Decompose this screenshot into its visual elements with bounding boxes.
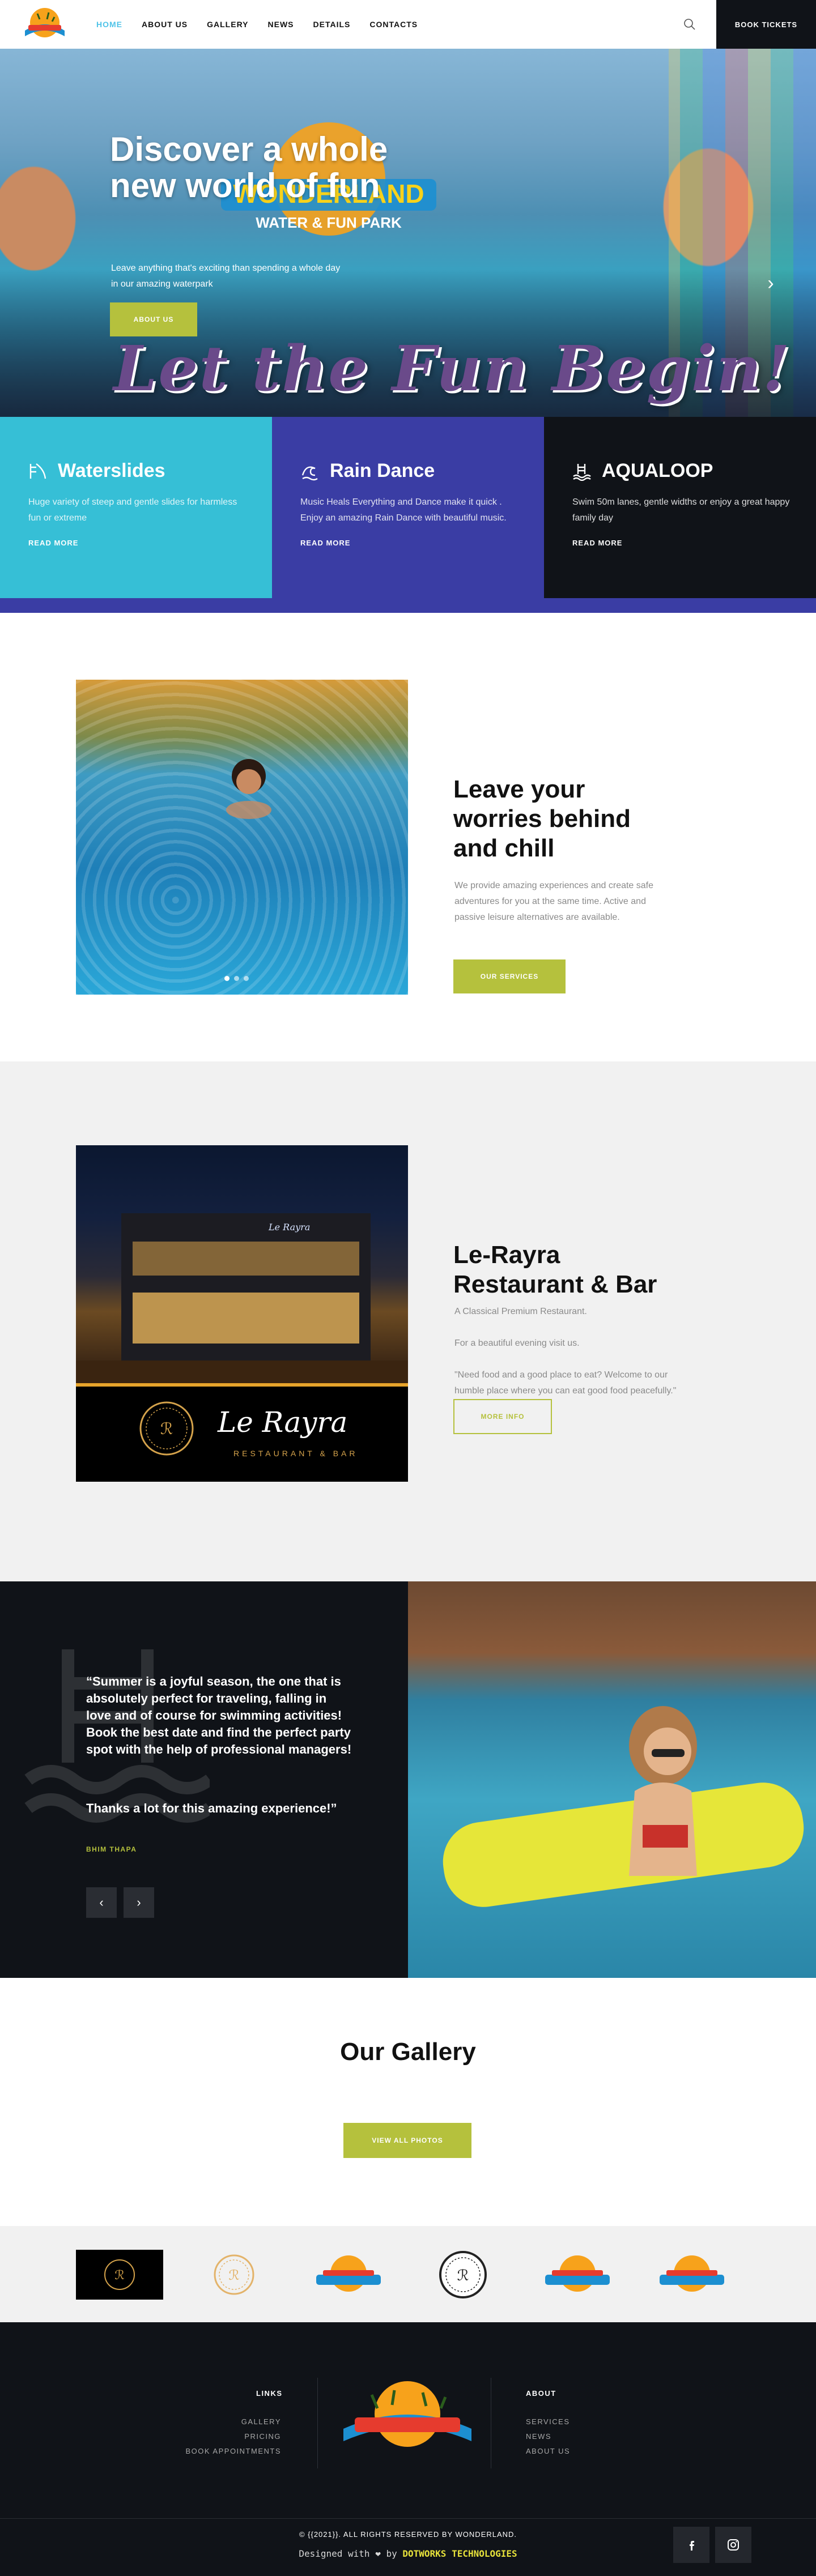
feature-desc: Music Heals Everything and Dance make it… (300, 497, 507, 523)
prev-testimonial-button[interactable]: ‹ (86, 1887, 117, 1918)
carousel-dot[interactable] (234, 976, 239, 981)
svg-text:ℛ: ℛ (160, 1419, 173, 1438)
feature-rain-dance: Rain Dance Music Heals Everything and Da… (272, 417, 544, 598)
footer-link-gallery[interactable]: GALLERY (241, 2417, 281, 2426)
footer-link-services[interactable]: SERVICES (526, 2417, 570, 2426)
pool-woman-photo (408, 1581, 816, 1978)
footer-links-title: LINKS (256, 2389, 283, 2398)
restaurant-invite: For a beautiful evening visit us. (454, 1338, 580, 1348)
restaurant-tagline: A Classical Premium Restaurant. (454, 1307, 587, 1316)
feature-title: Waterslides (58, 460, 165, 481)
gallery-title: Our Gallery (340, 2038, 476, 2066)
book-tickets-button[interactable]: BOOK TICKETS (716, 0, 816, 49)
restaurant-section: Le Rayra ℛ Le Rayra RESTAURANT & BAR Le-… (0, 1061, 816, 1581)
restaurant-photo: Le Rayra ℛ Le Rayra RESTAURANT & BAR (76, 1145, 408, 1482)
wave-icon (301, 466, 318, 480)
view-all-photos-button[interactable]: VIEW ALL PHOTOS (343, 2123, 471, 2158)
water-texture (76, 680, 408, 995)
partner-logos: ℛ ℛ ℛ (0, 2226, 816, 2322)
restaurant-logo-sub: RESTAURANT & BAR (233, 1449, 358, 1458)
designer-link[interactable]: DOTWORKS TECHNOLOGIES (402, 2548, 517, 2559)
read-more-link[interactable]: READ MORE (28, 539, 78, 547)
le-rayra-white-logo[interactable]: ℛ (419, 2250, 507, 2300)
designed-by-word: by (386, 2548, 397, 2559)
hero-script-text: Let the Fun Begin! (113, 332, 791, 405)
footer-link-news[interactable]: NEWS (526, 2432, 551, 2441)
restaurant-title: Le-Rayra Restaurant & Bar (453, 1241, 657, 1298)
feature-waterslides: Waterslides Huge variety of steep and ge… (0, 417, 272, 598)
footer-bottom-bar: © {{2021}}. ALL RIGHTS RESERVED BY WONDE… (0, 2518, 816, 2576)
hero-subtitle: Leave anything that's exciting than spen… (111, 263, 341, 289)
instagram-icon[interactable] (715, 2527, 751, 2563)
features: Waterslides Huge variety of steep and ge… (0, 417, 816, 598)
testimonial-section: “Summer is a joyful season, the one that… (0, 1581, 816, 1978)
next-testimonial-button[interactable]: › (124, 1887, 154, 1918)
facebook-icon[interactable] (673, 2527, 709, 2563)
testimonial-quote: “Summer is a joyful season, the one that… (86, 1674, 352, 1756)
feature-title: Rain Dance (330, 460, 435, 481)
about-section: Leave your worries behind and chill We p… (0, 613, 816, 1061)
nav-news[interactable]: NEWS (268, 20, 294, 29)
wonderland-logo[interactable] (20, 6, 69, 43)
wonderland-logo[interactable] (305, 2250, 392, 2300)
footer-link-book-appointments[interactable]: BOOK APPOINTMENTS (185, 2447, 281, 2455)
swimming-child-figure (226, 759, 271, 819)
designed-prefix: Designed with (299, 2548, 370, 2559)
hero-title: Discover a whole new world of fun (110, 130, 388, 204)
our-services-button[interactable]: OUR SERVICES (453, 959, 566, 993)
read-more-link[interactable]: READ MORE (300, 539, 350, 547)
divider-strip (0, 598, 816, 613)
about-text: We provide amazing experiences and creat… (454, 881, 654, 922)
main-nav: HOME ABOUT US GALLERY NEWS DETAILS CONTA… (96, 0, 418, 49)
search-icon[interactable] (680, 15, 699, 34)
restaurant-quote: "Need food and a good place to eat? Welc… (454, 1370, 677, 1396)
carousel-dot[interactable] (244, 976, 249, 981)
nav-about-us[interactable]: ABOUT US (142, 20, 188, 29)
wonderland-logo[interactable] (534, 2250, 621, 2300)
svg-text:ℛ: ℛ (228, 2267, 239, 2283)
feature-title: AQUALOOP (602, 460, 713, 481)
feature-desc: Huge variety of steep and gentle slides … (28, 497, 237, 523)
carousel-dot[interactable] (224, 976, 230, 981)
footer-link-pricing[interactable]: PRICING (244, 2432, 281, 2441)
footer-about-title: ABOUT (526, 2389, 556, 2398)
nav-home[interactable]: HOME (96, 20, 122, 29)
nav-details[interactable]: DETAILS (313, 20, 351, 29)
hero-slider: WONDERLAND WATER & FUN PARK Discover a w… (0, 49, 816, 417)
site-header: HOME ABOUT US GALLERY NEWS DETAILS CONTA… (0, 0, 816, 49)
le-rayra-seal-logo: ℛ (139, 1401, 194, 1456)
nav-gallery[interactable]: GALLERY (207, 20, 248, 29)
more-info-button[interactable]: MORE INFO (453, 1399, 552, 1434)
testimonial-thanks: Thanks a lot for this amazing experience… (86, 1801, 337, 1815)
building-sign-text: Le Rayra (268, 1222, 310, 1232)
footer-wonderland-logo[interactable] (338, 2378, 477, 2464)
nav-contacts[interactable]: CONTACTS (369, 20, 418, 29)
restaurant-building: Le Rayra (76, 1145, 408, 1383)
gallery-section: Our Gallery VIEW ALL PHOTOS (0, 1978, 816, 2226)
carousel-dots (224, 976, 249, 981)
wonderland-logo[interactable] (648, 2250, 736, 2300)
le-rayra-black-logo[interactable]: ℛ (76, 2250, 163, 2300)
svg-text:ℛ: ℛ (457, 2267, 469, 2284)
site-footer: LINKS GALLERY PRICING BOOK APPOINTMENTS … (0, 2322, 816, 2518)
read-more-link[interactable]: READ MORE (572, 539, 622, 547)
feature-aqualoop: AQUALOOP Swim 50m lanes, gentle widths o… (544, 417, 816, 598)
pool-ladder-icon (573, 463, 591, 481)
about-us-button[interactable]: ABOUT US (110, 302, 197, 336)
woman-figure (629, 1706, 697, 1876)
testimonial-author: BHIM THAPA (86, 1845, 137, 1853)
next-slide-arrow-icon[interactable]: › (759, 272, 782, 295)
heart-icon: ❤ (375, 2548, 381, 2559)
testimonial-panel: “Summer is a joyful season, the one that… (0, 1581, 408, 1978)
pool-photo (76, 680, 408, 995)
about-title: Leave your worries behind and chill (453, 775, 631, 862)
le-rayra-gold-logo[interactable]: ℛ (190, 2250, 278, 2300)
svg-text:ℛ: ℛ (114, 2268, 125, 2283)
hero-logo-subtext: WATER & FUN PARK (256, 214, 402, 231)
feature-desc: Swim 50m lanes, gentle widths or enjoy a… (572, 497, 790, 523)
restaurant-logo-name: Le Rayra (218, 1406, 348, 1439)
footer-divider (317, 2378, 318, 2468)
footer-link-about-us[interactable]: ABOUT US (526, 2447, 570, 2455)
waterslide-icon (29, 463, 46, 479)
